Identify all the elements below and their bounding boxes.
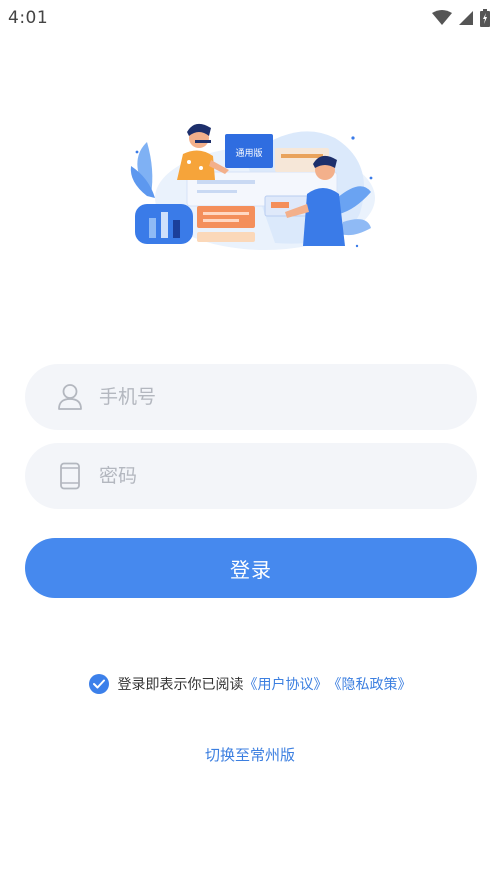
check-icon xyxy=(92,679,105,689)
phone-input[interactable] xyxy=(99,386,439,408)
hero-screen-label: 通用版 xyxy=(235,147,262,159)
password-field[interactable] xyxy=(25,443,477,509)
agreement-row: 登录即表示你已阅读 《用户协议》 《隐私政策》 xyxy=(0,674,500,694)
signal-icon xyxy=(459,11,473,25)
login-illustration: 通用版 xyxy=(130,123,375,250)
agreement-text: 登录即表示你已阅读 xyxy=(117,677,244,693)
phone-device-icon xyxy=(57,462,83,490)
wifi-icon xyxy=(432,10,452,25)
status-bar: 4:01 xyxy=(0,0,500,36)
user-icon xyxy=(57,383,83,411)
agreement-checkbox[interactable] xyxy=(88,674,109,694)
status-icons xyxy=(432,9,490,27)
battery-charging-icon xyxy=(480,9,490,27)
login-screen: 4:01 通用版 手机号 登录 登录即表示你已阅读 《用户协议》 《隐私政策》 … xyxy=(0,0,500,888)
privacy-policy-link[interactable]: 《隐私政策》 xyxy=(328,674,412,694)
status-time: 4:01 xyxy=(8,8,49,28)
user-agreement-link[interactable]: 《用户协议》 xyxy=(244,674,328,694)
phone-field[interactable] xyxy=(25,364,477,430)
switch-version-link[interactable]: 切换至常州版 xyxy=(0,744,500,765)
password-input[interactable] xyxy=(99,465,439,487)
login-button[interactable]: 登录 xyxy=(25,538,477,598)
